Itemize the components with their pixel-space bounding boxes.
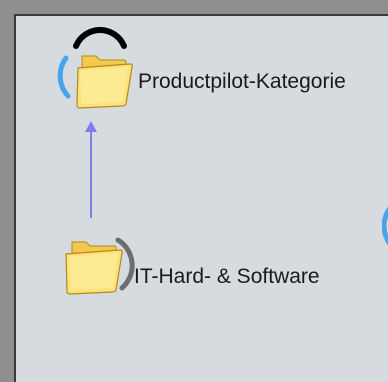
graph-canvas[interactable]: Productpilot-Kategorie IT-Hard- & Softwa… bbox=[14, 14, 388, 382]
folder-icon bbox=[57, 27, 133, 109]
window-frame: Productpilot-Kategorie IT-Hard- & Softwa… bbox=[0, 0, 388, 382]
node-it-hard-software[interactable] bbox=[56, 232, 146, 302]
node-label: Productpilot-Kategorie bbox=[138, 70, 346, 93]
node-label: IT-Hard- & Software bbox=[134, 265, 320, 288]
folder-icon bbox=[65, 237, 135, 295]
graph-edge bbox=[76, 118, 106, 233]
node-partial-offscreen[interactable] bbox=[381, 196, 388, 261]
node-productpilot-kategorie[interactable] bbox=[50, 24, 140, 116]
expand-ring-icon bbox=[381, 206, 388, 246]
